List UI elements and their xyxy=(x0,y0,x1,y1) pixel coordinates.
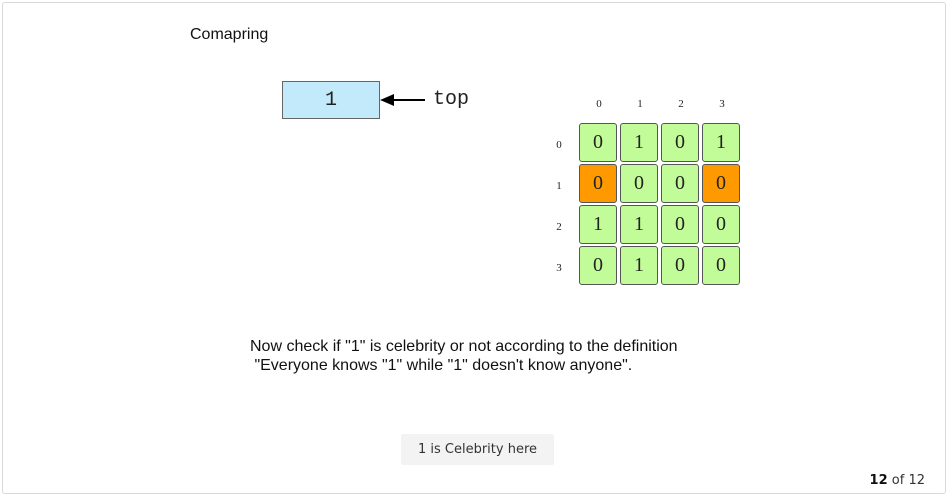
slide-pager: 12 of 12 xyxy=(870,473,925,488)
explanation-line-2: "Everyone knows "1" while "1" doesn't kn… xyxy=(250,357,633,374)
matrix-col-label: 2 xyxy=(678,98,684,110)
matrix-cell: 0 xyxy=(579,246,617,285)
top-pointer-label: top xyxy=(433,88,470,111)
matrix-cell: 0 xyxy=(702,205,740,244)
stack-top-value: 1 xyxy=(324,88,337,112)
explanation-line-1: Now check if "1" is celebrity or not acc… xyxy=(250,338,678,355)
slide-heading: Comapring xyxy=(190,26,269,43)
matrix-cell-highlighted: 0 xyxy=(702,164,740,203)
matrix-cell: 1 xyxy=(620,246,658,285)
pager-separator: of xyxy=(891,473,905,488)
pager-total: 12 xyxy=(908,473,925,488)
matrix-col-label: 0 xyxy=(596,98,602,110)
matrix-row-label: 1 xyxy=(556,180,562,192)
matrix-cell: 1 xyxy=(620,205,658,244)
matrix-row-label: 2 xyxy=(556,221,562,233)
matrix-col-label: 1 xyxy=(637,98,643,110)
matrix-cell: 0 xyxy=(661,123,699,162)
matrix-cell: 0 xyxy=(579,123,617,162)
matrix-cell: 1 xyxy=(579,205,617,244)
explanation-text: Now check if "1" is celebrity or not acc… xyxy=(250,337,678,375)
slide-frame: Comapring 1 top 0 1 2 3 0 1 2 3 0 1 0 1 … xyxy=(2,2,946,494)
matrix-col-label: 3 xyxy=(719,98,725,110)
matrix-cell: 1 xyxy=(620,123,658,162)
pager-current: 12 xyxy=(869,473,888,488)
matrix-cell: 0 xyxy=(661,164,699,203)
matrix-cell-highlighted: 0 xyxy=(579,164,617,203)
stack-top-box: 1 xyxy=(282,81,380,119)
result-button[interactable]: 1 is Celebrity here xyxy=(401,434,554,465)
matrix-cell: 0 xyxy=(620,164,658,203)
matrix-cell: 0 xyxy=(661,205,699,244)
matrix-row-label: 0 xyxy=(556,139,562,151)
matrix-cell: 0 xyxy=(661,246,699,285)
left-arrow-icon xyxy=(380,94,425,106)
matrix-cell: 0 xyxy=(702,246,740,285)
matrix-row-label: 3 xyxy=(556,262,562,274)
matrix-cell: 1 xyxy=(702,123,740,162)
